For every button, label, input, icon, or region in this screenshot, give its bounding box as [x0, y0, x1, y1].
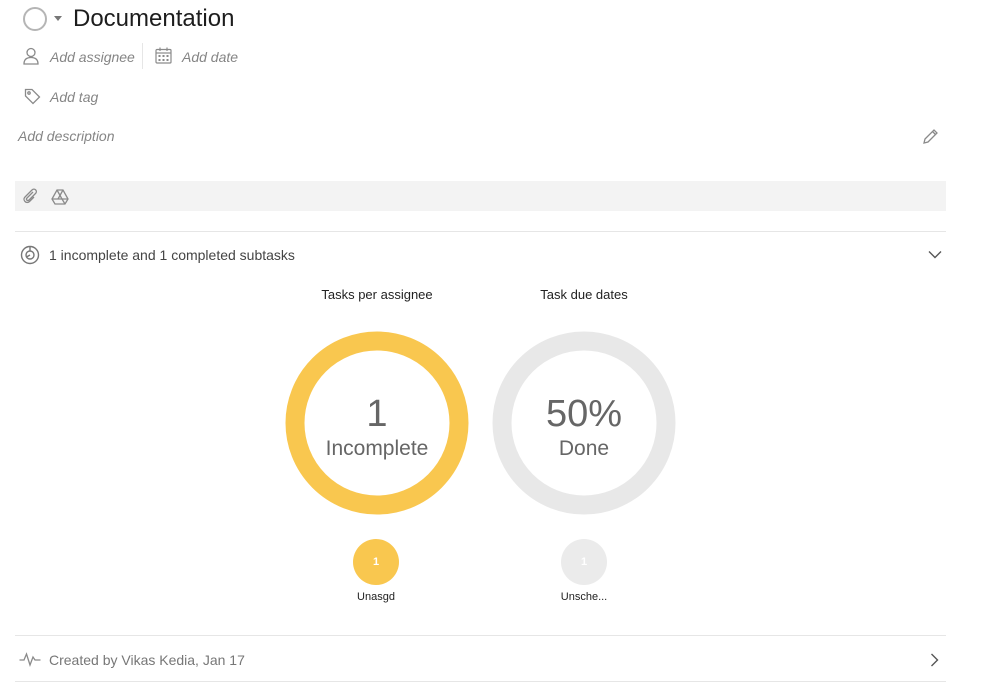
pencil-icon[interactable] [922, 128, 939, 145]
tag-icon [24, 88, 41, 105]
due-date-badge-label: Unsche... [560, 591, 608, 603]
chevron-down-icon[interactable] [54, 16, 62, 21]
divider [142, 43, 143, 69]
assignee-donut-value: 1 [366, 393, 388, 435]
task-complete-toggle[interactable] [23, 7, 47, 31]
subtasks-summary[interactable]: 1 incomplete and 1 completed subtasks [49, 245, 295, 265]
add-date-button[interactable]: Add date [182, 47, 238, 67]
subtasks-progress-icon [20, 245, 40, 265]
chart-title-assignee: Tasks per assignee [321, 287, 433, 302]
created-by-text: Created by Vikas Kedia, Jan 17 [49, 652, 245, 668]
chart-title-due-dates: Task due dates [540, 287, 628, 302]
chevron-down-icon[interactable] [928, 250, 942, 259]
calendar-icon [155, 47, 172, 64]
divider [15, 635, 946, 636]
due-dates-donut-label: Done [558, 437, 610, 460]
add-assignee-button[interactable]: Add assignee [50, 47, 135, 67]
chevron-right-icon[interactable] [930, 653, 939, 667]
page-title[interactable]: Documentation [73, 4, 234, 34]
due-dates-donut-value: 50% [545, 393, 623, 435]
divider [15, 681, 946, 682]
google-drive-icon[interactable] [51, 189, 69, 205]
due-date-badge[interactable]: 1 [561, 539, 607, 585]
divider [15, 231, 946, 232]
user-icon [23, 47, 39, 65]
description-field[interactable]: Add description [18, 126, 115, 146]
activity-pulse-icon [19, 651, 41, 667]
assignee-donut-label: Incomplete [325, 437, 429, 460]
paperclip-icon[interactable] [22, 188, 39, 205]
attachments-bar [15, 181, 946, 211]
add-tag-button[interactable]: Add tag [50, 87, 98, 107]
assignee-badge-label: Unasgd [357, 591, 395, 603]
assignee-badge[interactable]: 1 [353, 539, 399, 585]
